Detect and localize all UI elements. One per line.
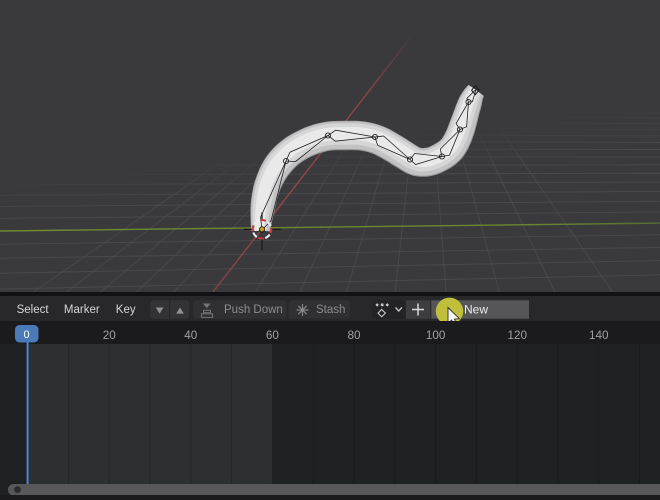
svg-text:120: 120 <box>507 329 527 342</box>
svg-text:140: 140 <box>589 329 609 342</box>
svg-text:Key: Key <box>116 304 136 316</box>
svg-text:Select: Select <box>17 304 50 316</box>
svg-text:20: 20 <box>103 329 117 342</box>
svg-text:Push Down: Push Down <box>224 304 283 316</box>
svg-text:40: 40 <box>184 329 198 342</box>
svg-text:80: 80 <box>347 329 361 342</box>
svg-text:60: 60 <box>266 329 280 342</box>
svg-text:0: 0 <box>24 329 30 341</box>
svg-text:100: 100 <box>426 329 446 342</box>
svg-text:Stash: Stash <box>316 304 345 316</box>
svg-text:New: New <box>464 302 488 316</box>
svg-text:Marker: Marker <box>64 304 100 316</box>
